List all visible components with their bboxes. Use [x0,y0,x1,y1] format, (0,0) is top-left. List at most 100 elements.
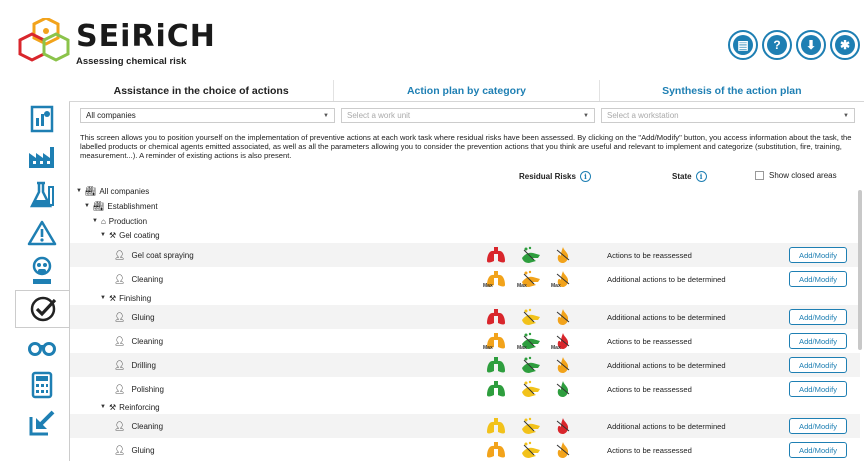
table-row: 👤︎ Gel coat spraying Actions to be reasses… [70,243,860,267]
sidebar-item-actions[interactable] [15,290,69,328]
report-icon [30,105,54,133]
state-value: Actions to be reassessed [607,445,692,455]
add-modify-button[interactable]: Add/Modify [789,309,847,325]
tree-node-label: Finishing [119,293,152,303]
task-label: Drilling [131,360,156,370]
show-closed-toggle[interactable]: Show closed areas [755,171,837,180]
open-folder-button[interactable]: ▤ [728,30,758,60]
show-closed-checkbox[interactable] [755,171,764,180]
tab-assistance[interactable]: Assistance in the choice of actions [69,80,334,101]
workstation-select[interactable]: Select a workstation ▼ [601,108,855,123]
sidebar-item-risks[interactable] [15,214,69,252]
chevron-down-icon: ▼ [583,112,589,119]
tree-node-root[interactable]: ▼ 🏭︎ All companies [76,184,864,198]
top-toolbar: ▤ ? ⬇ ✱ [728,30,860,60]
expand-triangle-icon[interactable]: ▼ [76,188,82,194]
tree-node-group[interactable]: ▼ ⚒ Reinforcing [100,400,864,414]
residual-risk-icons [486,380,576,398]
task-label: Cleaning [131,274,164,284]
warning-icon [27,220,57,246]
task-label: Gluing [131,445,155,455]
inhalation-risk-icon [486,308,508,326]
fire-risk-icon: Max [551,332,576,351]
add-modify-button[interactable]: Add/Modify [789,442,847,458]
tree-node-production[interactable]: ▼ ⌂ Production [92,214,864,228]
inhalation-risk-icon [486,417,508,435]
state-value: Actions to be reassessed [607,336,692,346]
task-label: Cleaning [131,336,164,346]
expand-triangle-icon[interactable]: ▼ [100,295,106,301]
download-icon: ⬇ [801,35,821,55]
person-icon: 👤︎ [114,249,126,260]
task-label: Polishing [131,384,164,394]
inhalation-risk-icon [486,356,508,374]
tree-node-label: Reinforcing [119,402,160,412]
checkmark-icon [30,296,56,322]
sidebar-item-report[interactable] [15,100,69,138]
brand-tagline: Assessing chemical risk [76,56,187,67]
expand-triangle-icon[interactable]: ▼ [100,404,106,410]
add-modify-button[interactable]: Add/Modify [789,381,847,397]
workstation-placeholder: Select a workstation [607,111,679,120]
add-modify-button[interactable]: Add/Modify [789,418,847,434]
fire-risk-icon [554,380,576,398]
skin-contact-risk-icon [520,417,542,435]
sidebar-item-establishment[interactable] [15,138,69,176]
sidebar-item-calculator[interactable] [15,366,69,404]
residual-risk-icons [486,417,576,435]
expand-triangle-icon[interactable]: ▼ [92,218,98,224]
tree-node-establishment[interactable]: ▼ 🏭︎ Establishment [84,199,864,213]
help-icon: ? [767,35,787,55]
inhalation-risk-icon [486,380,508,398]
add-modify-button[interactable]: Add/Modify [789,247,847,263]
max-label: Max [483,283,493,289]
residual-risk-icons: Max Max Max [483,270,576,289]
info-icon[interactable]: i [695,171,707,182]
max-label: Max [517,345,527,351]
calculator-icon [31,371,53,399]
task-label: Gel coat spraying [131,250,194,260]
factory-icon [29,147,54,168]
tree-node-group[interactable]: ▼ ⚒ Gel coating [100,228,864,242]
add-modify-button[interactable]: Add/Modify [789,357,847,373]
add-modify-button[interactable]: Add/Modify [789,271,847,287]
person-icon: 👤︎ [114,273,126,284]
expand-triangle-icon[interactable]: ▼ [84,203,90,209]
home-icon: ⌂ [100,216,106,226]
info-icon[interactable]: i [579,171,591,182]
work-unit-select[interactable]: Select a work unit ▼ [341,108,595,123]
sidebar-item-export[interactable] [15,404,69,442]
fire-risk-icon [554,356,576,374]
state-value: Additional actions to be determined [607,360,726,370]
table-row: 👤︎ Polishing Actions to be reassessed Add/M… [70,377,860,401]
tree-node-label: Establishment [107,201,158,211]
fire-risk-icon [554,308,576,326]
sidebar-item-monitoring[interactable] [15,328,69,366]
residual-risks-header: Residual Risks i [519,171,591,182]
tab-bar: Assistance in the choice of actions Acti… [69,80,864,102]
task-label: Gluing [131,312,155,322]
tab-action-plan-by-category[interactable]: Action plan by category [333,80,598,101]
expand-triangle-icon[interactable]: ▼ [100,232,106,238]
help-button[interactable]: ? [762,30,792,60]
settings-button[interactable]: ✱ [830,30,860,60]
table-row: 👤︎ Gluing Actions to be reassessed Add/Modi… [70,438,860,461]
inhalation-risk-icon: Max [483,270,508,289]
factory-icon: 🏭︎ [84,185,97,196]
add-modify-button[interactable]: Add/Modify [789,333,847,349]
person-icon: 👤︎ [114,335,126,346]
residual-risk-icons [486,308,576,326]
sidebar-item-products[interactable] [15,176,69,214]
tab-synthesis[interactable]: Synthesis of the action plan [598,80,864,101]
download-button[interactable]: ⬇ [796,30,826,60]
company-select[interactable]: All companies ▼ [80,108,335,123]
scrollbar[interactable] [858,190,862,350]
state-value: Additional actions to be determined [607,312,726,322]
inhalation-risk-icon [486,441,508,459]
sidebar-item-ppe[interactable] [15,252,69,290]
company-select-value: All companies [86,111,136,120]
tree-node-group[interactable]: ▼ ⚒ Finishing [100,291,864,305]
inhalation-risk-icon: Max [483,332,508,351]
chevron-down-icon: ▼ [323,112,329,119]
max-label: Max [551,283,561,289]
